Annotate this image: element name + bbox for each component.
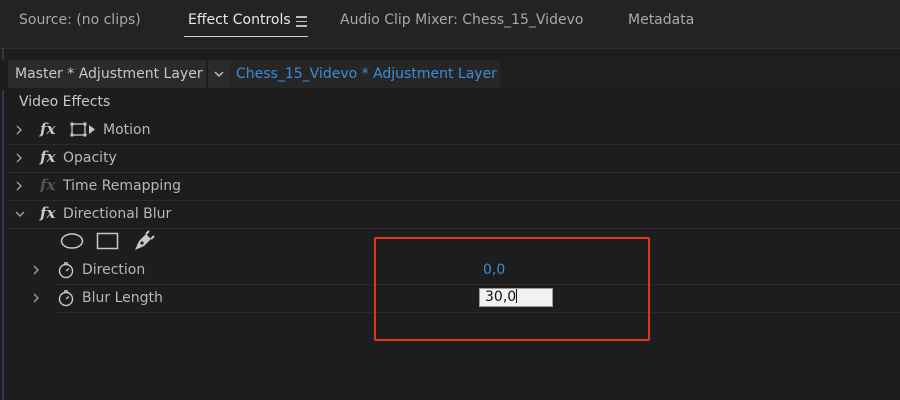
clip-breadcrumb: Master * Adjustment Layer Chess_15_Videv… <box>0 60 900 90</box>
fx-toggle-icon[interactable]: fx <box>40 120 55 138</box>
effect-label-directional-blur: Directional Blur <box>63 206 172 222</box>
param-label-direction: Direction <box>82 262 146 278</box>
tab-metadata[interactable]: Metadata <box>628 12 694 28</box>
fx-toggle-icon: fx <box>40 176 56 194</box>
active-tab-indicator <box>184 36 308 37</box>
chevron-down-icon[interactable] <box>208 60 230 88</box>
chevron-right-icon[interactable] <box>14 123 24 141</box>
fx-toggle-icon[interactable]: fx <box>40 148 55 166</box>
chevron-right-icon[interactable] <box>31 263 41 281</box>
stopwatch-icon[interactable] <box>57 261 75 283</box>
tab-source[interactable]: Source: (no clips) <box>19 12 141 28</box>
chevron-right-icon[interactable] <box>14 151 24 169</box>
transform-box-icon[interactable] <box>70 122 96 142</box>
effect-label-time-remapping: Time Remapping <box>63 178 182 194</box>
pen-mask-icon[interactable] <box>132 230 156 256</box>
chevron-right-icon[interactable] <box>31 291 41 309</box>
panel-menu-icon[interactable] <box>296 16 307 27</box>
effect-row-time-remapping[interactable]: fx Time Remapping <box>8 173 900 201</box>
tab-audio-clip-mixer[interactable]: Audio Clip Mixer: Chess_15_Videvo <box>340 12 583 28</box>
panel-tab-bar: Source: (no clips) Effect Controls Audio… <box>0 0 900 48</box>
panel-focus-border <box>2 48 4 400</box>
video-effects-header: Video Effects <box>19 94 111 110</box>
master-clip-tab[interactable]: Master * Adjustment Layer <box>8 60 206 88</box>
ellipse-mask-icon[interactable] <box>60 232 84 254</box>
tab-effect-controls[interactable]: Effect Controls <box>188 12 291 28</box>
effect-label-motion: Motion <box>103 122 151 138</box>
param-label-blur-length: Blur Length <box>82 290 163 306</box>
chevron-down-icon[interactable] <box>14 207 26 225</box>
chevron-right-icon[interactable] <box>14 179 24 197</box>
sequence-clip-tab[interactable]: Chess_15_Videvo * Adjustment Layer <box>230 60 500 88</box>
rectangle-mask-icon[interactable] <box>96 232 120 254</box>
panel-divider <box>0 48 900 49</box>
stopwatch-icon[interactable] <box>57 289 75 311</box>
effect-label-opacity: Opacity <box>63 150 117 166</box>
effect-row-motion[interactable]: fx Motion <box>8 117 900 145</box>
fx-toggle-icon[interactable]: fx <box>40 204 55 222</box>
highlight-annotation-box <box>374 237 650 341</box>
effect-row-opacity[interactable]: fx Opacity <box>8 145 900 173</box>
timeline-header-area <box>500 60 900 88</box>
effect-row-directional-blur[interactable]: fx Directional Blur <box>8 201 900 229</box>
